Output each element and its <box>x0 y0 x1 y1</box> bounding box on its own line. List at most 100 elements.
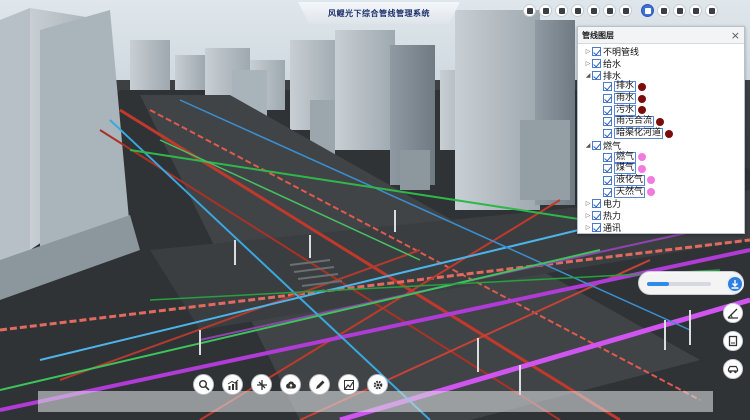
layer-label: 燃气 <box>603 141 622 152</box>
close-icon[interactable]: × <box>731 30 740 41</box>
car-icon <box>727 365 739 374</box>
layer-item[interactable]: ▷ 热力 <box>584 210 744 222</box>
layer-item[interactable]: 煤气 <box>584 163 744 175</box>
location-pin-icon <box>542 7 549 14</box>
layer-checkbox[interactable] <box>592 59 601 69</box>
reset-icon <box>708 7 715 14</box>
layer-label: 暗渠化河道 <box>614 128 664 140</box>
collapse-icon[interactable]: ◢ <box>584 72 592 79</box>
layer-checkbox[interactable] <box>592 140 601 150</box>
document-button[interactable] <box>723 331 743 351</box>
swap-toolbar-button[interactable] <box>603 4 616 17</box>
analysis-chart-button[interactable] <box>338 374 359 395</box>
expand-icon[interactable]: ▷ <box>584 224 592 231</box>
layer-label: 煤气 <box>614 163 637 175</box>
area-chart-icon <box>343 379 354 390</box>
app-title-banner: 风鲤光下综合管线管理系统 <box>298 2 460 24</box>
layer-panel-title: 管线图层 <box>582 30 614 40</box>
expand-icon[interactable]: ▷ <box>584 48 592 55</box>
chart-icon <box>227 379 238 390</box>
layer-checkbox[interactable] <box>603 152 612 162</box>
slider-track[interactable] <box>647 282 711 286</box>
layer-item[interactable]: 暗渠化河道 <box>584 128 744 140</box>
layer-item[interactable]: ◢ 燃气 <box>584 140 744 152</box>
layer-checkbox[interactable] <box>603 82 612 92</box>
cloud-icon <box>285 380 296 388</box>
layer-label: 污水 <box>614 104 637 116</box>
section-icon <box>256 379 267 390</box>
layer-item[interactable]: 雨污合流 <box>584 116 744 128</box>
draw-button[interactable] <box>309 374 330 395</box>
layer-item[interactable]: ▷ 电力 <box>584 198 744 210</box>
reset-toolbar-button[interactable] <box>705 4 718 17</box>
info-icon <box>526 7 533 14</box>
layer-checkbox[interactable] <box>592 222 601 232</box>
layer-label: 液化气 <box>614 174 646 186</box>
target-icon <box>590 7 597 14</box>
layer-item[interactable]: 天然气 <box>584 186 744 198</box>
search-button[interactable] <box>193 374 214 395</box>
layer-checkbox[interactable] <box>592 70 601 80</box>
settings-icon <box>660 7 667 14</box>
layer-checkbox[interactable] <box>592 47 601 57</box>
gear-icon <box>373 380 382 389</box>
settings-button[interactable] <box>367 374 388 395</box>
layer-color-swatch <box>638 82 647 91</box>
ruler-toolbar-button[interactable] <box>571 4 584 17</box>
layer-checkbox[interactable] <box>603 129 612 139</box>
cloud-upload-button[interactable] <box>280 374 301 395</box>
layer-color-swatch <box>638 106 647 115</box>
expand-icon[interactable]: ▷ <box>584 212 592 219</box>
layers-toolbar-button[interactable] <box>641 4 654 17</box>
layer-checkbox[interactable] <box>603 94 612 104</box>
pencil-toolbar-button[interactable] <box>619 4 632 17</box>
layer-checkbox[interactable] <box>603 175 612 185</box>
grid-toolbar-button[interactable] <box>689 4 702 17</box>
layer-label: 排水 <box>614 81 637 93</box>
layer-checkbox[interactable] <box>603 187 612 197</box>
angle-icon <box>727 308 738 319</box>
layer-item[interactable]: 污水 <box>584 104 744 116</box>
layer-label: 排水 <box>603 71 622 82</box>
layer-item[interactable]: 雨水 <box>584 93 744 105</box>
transparency-slider[interactable] <box>638 271 744 295</box>
statistics-button[interactable] <box>222 374 243 395</box>
layer-checkbox[interactable] <box>592 210 601 220</box>
layer-color-swatch <box>647 188 656 197</box>
collapse-icon[interactable]: ◢ <box>584 142 592 149</box>
layer-checkbox[interactable] <box>603 117 612 127</box>
target-toolbar-button[interactable] <box>587 4 600 17</box>
layer-checkbox[interactable] <box>592 199 601 209</box>
layer-item[interactable]: ▷ 不明管线 <box>584 46 744 58</box>
measure-angle-button[interactable] <box>723 303 743 323</box>
bottom-toolbar <box>193 374 396 395</box>
download-icon <box>731 280 739 289</box>
layer-checkbox[interactable] <box>603 164 612 174</box>
layer-item[interactable]: 燃气 <box>584 151 744 163</box>
layer-item[interactable]: ▷ 给水 <box>584 58 744 70</box>
layer-label: 燃气 <box>614 151 637 163</box>
cross-section-button[interactable] <box>251 374 272 395</box>
layer-item[interactable]: ◢ 排水 <box>584 69 744 82</box>
grid-icon <box>692 7 699 14</box>
location-pin-toolbar-button[interactable] <box>539 4 552 17</box>
layer-item[interactable]: ▷ 通讯 <box>584 221 744 233</box>
expand-icon[interactable]: ▷ <box>584 60 592 67</box>
layer-panel-header: 管线图层 × <box>578 27 744 44</box>
ruler-icon <box>574 7 581 14</box>
layer-color-swatch <box>638 94 647 103</box>
layer-color-swatch <box>656 117 665 126</box>
bar-chart-toolbar-button[interactable] <box>555 4 568 17</box>
settings-toolbar-button[interactable] <box>657 4 670 17</box>
layer-item[interactable]: 排水 <box>584 81 744 93</box>
layer-checkbox[interactable] <box>603 105 612 115</box>
info-toolbar-button[interactable] <box>523 4 536 17</box>
slider-download-button[interactable] <box>726 275 744 293</box>
layer-label: 雨水 <box>614 93 637 105</box>
layer-label: 雨污合流 <box>614 116 655 128</box>
camera-toolbar-button[interactable] <box>673 4 686 17</box>
layer-item[interactable]: 液化气 <box>584 174 744 187</box>
layer-color-swatch <box>665 129 674 138</box>
expand-icon[interactable]: ▷ <box>584 200 592 207</box>
vehicle-button[interactable] <box>723 359 743 379</box>
